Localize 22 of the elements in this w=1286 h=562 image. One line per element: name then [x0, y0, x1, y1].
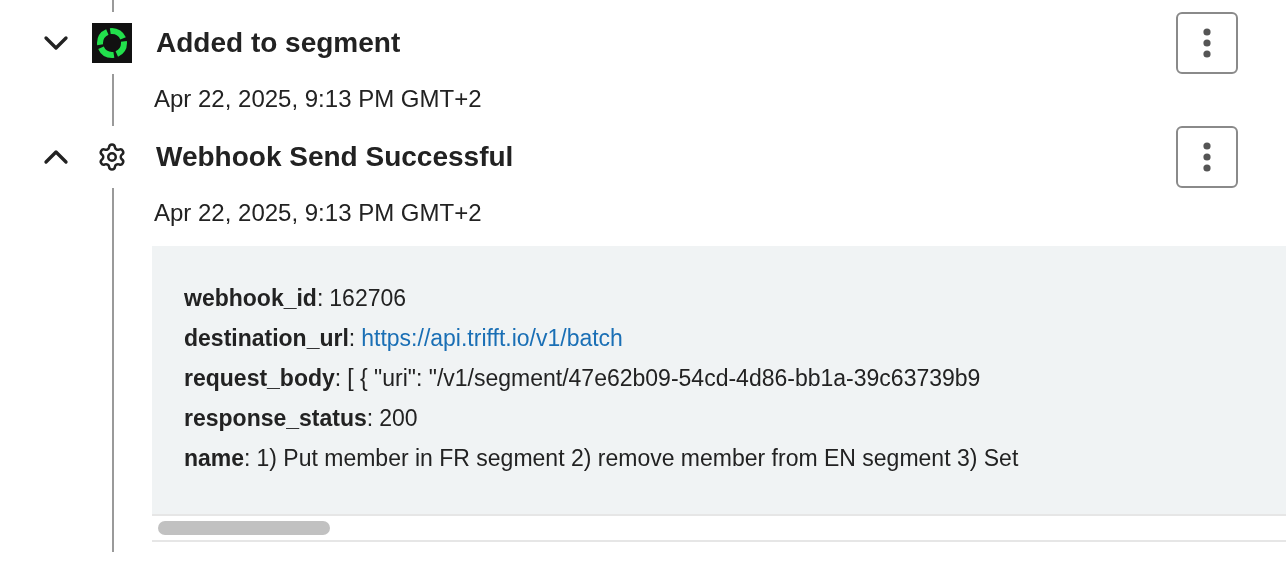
- scrollbar-thumb[interactable]: [158, 521, 330, 535]
- url-link[interactable]: https://api.trifft.io/v1/batch: [361, 325, 623, 351]
- more-options-button[interactable]: [1176, 126, 1238, 188]
- detail-key: response_status:: [184, 405, 374, 431]
- event-title: Webhook Send Successful: [156, 140, 515, 174]
- more-icon: [1203, 142, 1211, 172]
- detail-value: 200: [379, 405, 418, 431]
- detail-key: request_body:: [184, 365, 342, 391]
- more-icon: [1203, 28, 1211, 58]
- detail-value: [ { "uri": "/v1/segment/47e62b09-54cd-4d86-bb1a-39c63739b9: [347, 365, 981, 391]
- target-icon: [92, 23, 132, 63]
- detail-value: 162706: [329, 285, 407, 311]
- detail-key: webhook_id:: [184, 285, 324, 311]
- detail-value: 1) Put member in FR segment 2) remove member from EN segment 3) Set: [256, 445, 1019, 471]
- detail-key: destination_url:: [184, 325, 356, 351]
- event-timestamp: Apr 22, 2025, 9:13 PM GMT+2: [154, 198, 483, 228]
- settings-icon: [97, 142, 127, 172]
- event-timestamp: Apr 22, 2025, 9:13 PM GMT+2: [154, 84, 483, 114]
- event-title: Added to segment: [156, 26, 402, 60]
- horizontal-scrollbar[interactable]: [152, 514, 1286, 542]
- detail-key: name:: [184, 445, 251, 471]
- more-options-button[interactable]: [1176, 12, 1238, 74]
